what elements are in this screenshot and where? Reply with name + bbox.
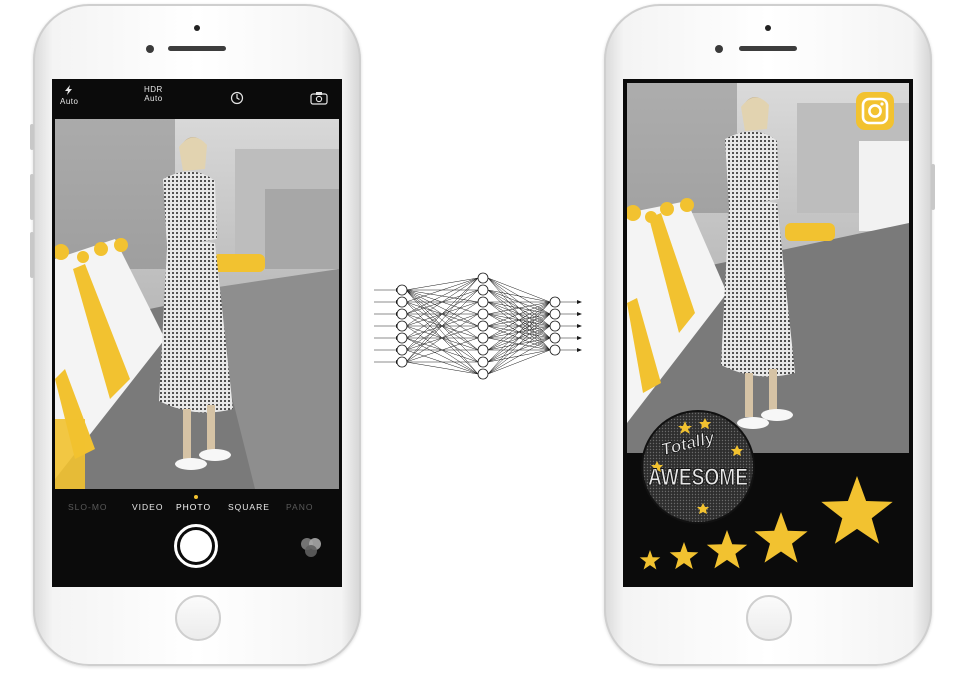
timer-button[interactable] bbox=[230, 91, 244, 107]
star-5[interactable] bbox=[821, 476, 893, 544]
camera-screen: Auto HDR Auto SLO-MO VIDEO PHOTO SQUARE … bbox=[52, 79, 342, 587]
front-camera bbox=[146, 45, 154, 53]
selected-mode-indicator bbox=[194, 495, 198, 499]
instagram-icon[interactable] bbox=[855, 91, 895, 131]
camera-flip-icon bbox=[310, 92, 328, 105]
star-1[interactable] bbox=[639, 550, 661, 570]
earpiece-speaker bbox=[168, 46, 226, 51]
hdr-value: Auto bbox=[144, 94, 163, 103]
camera-flip-button[interactable] bbox=[310, 91, 328, 107]
volume-up-button bbox=[30, 174, 34, 220]
front-camera bbox=[715, 45, 723, 53]
hdr-toggle[interactable]: HDR Auto bbox=[144, 85, 163, 103]
earpiece-speaker bbox=[739, 46, 797, 51]
star-2[interactable] bbox=[669, 542, 699, 570]
left-phone: Auto HDR Auto SLO-MO VIDEO PHOTO SQUARE … bbox=[30, 4, 361, 666]
shutter-button-inner bbox=[180, 530, 212, 562]
filters-icon[interactable] bbox=[298, 534, 324, 560]
volume-down-button bbox=[30, 232, 34, 278]
proximity-sensor bbox=[194, 25, 200, 31]
star-3[interactable] bbox=[706, 530, 748, 569]
mute-switch bbox=[30, 124, 34, 150]
flash-toggle[interactable]: Auto bbox=[60, 85, 78, 106]
flash-icon bbox=[65, 85, 73, 95]
edited-photo[interactable] bbox=[627, 83, 909, 453]
rating-stars[interactable] bbox=[633, 464, 908, 579]
mode-square[interactable]: SQUARE bbox=[228, 502, 270, 512]
home-button[interactable] bbox=[175, 595, 221, 641]
mode-slo-mo[interactable]: SLO-MO bbox=[68, 502, 108, 512]
mode-photo[interactable]: PHOTO bbox=[176, 502, 211, 512]
camera-top-bar: Auto HDR Auto bbox=[52, 79, 342, 119]
proximity-sensor bbox=[765, 25, 771, 31]
power-button bbox=[931, 164, 935, 210]
neural-network-diagram bbox=[374, 272, 582, 380]
shutter-button[interactable] bbox=[174, 524, 218, 568]
home-button[interactable] bbox=[746, 595, 792, 641]
edited-photo-screen: Totally AWESOME bbox=[623, 79, 913, 587]
timer-icon bbox=[230, 91, 244, 105]
camera-mode-selector[interactable]: SLO-MO VIDEO PHOTO SQUARE PANO bbox=[52, 502, 342, 516]
flash-label: Auto bbox=[60, 97, 79, 106]
mode-video[interactable]: VIDEO bbox=[132, 502, 163, 512]
mode-pano[interactable]: PANO bbox=[286, 502, 313, 512]
right-phone: Totally AWESOME bbox=[604, 4, 935, 666]
hdr-title: HDR bbox=[144, 85, 163, 94]
camera-viewfinder[interactable] bbox=[55, 119, 339, 489]
star-4[interactable] bbox=[754, 512, 808, 563]
